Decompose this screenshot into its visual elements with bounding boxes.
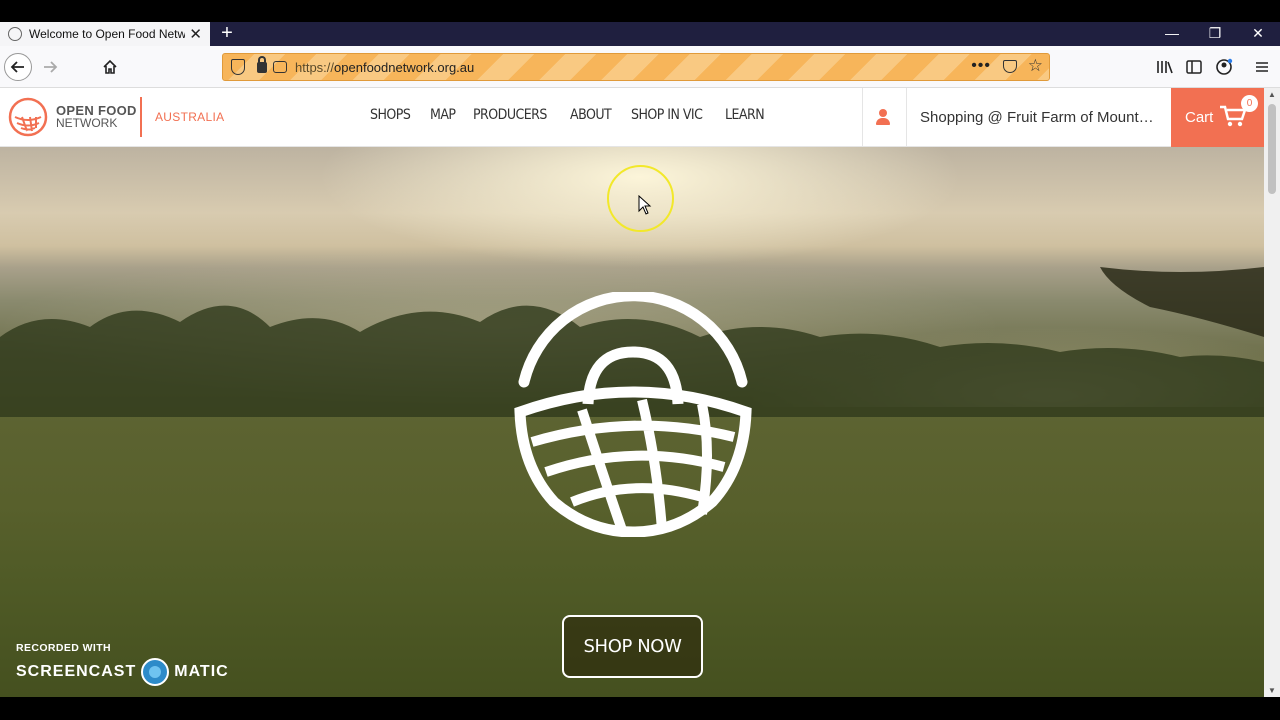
menu-icon[interactable] — [1254, 58, 1270, 76]
url-scheme: https:// — [295, 59, 335, 75]
nav-map[interactable]: MAP — [430, 107, 456, 123]
home-icon — [103, 59, 117, 74]
url-text[interactable]: https://openfoodnetwork.org.au — [295, 60, 474, 75]
cart-label: Cart — [1185, 109, 1214, 126]
browser-toolbar: https://openfoodnetwork.org.au ••• ☆ — [0, 46, 1280, 88]
account-icon[interactable] — [1215, 58, 1233, 76]
site-header: OPEN FOOD NETWORK AUSTRALIA SHOPS MAP PR… — [0, 88, 1264, 147]
restore-button[interactable]: ❐ — [1193, 22, 1237, 46]
tracking-shield-icon[interactable] — [231, 59, 245, 75]
sidebar-icon[interactable] — [1186, 58, 1202, 76]
logo-wordmark: OPEN FOOD NETWORK — [56, 104, 137, 130]
nav-producers[interactable]: PRODUCERS — [473, 107, 547, 123]
logo-line-2: NETWORK — [56, 116, 118, 130]
scrollbar-thumb[interactable] — [1268, 104, 1276, 194]
screencast-logo-icon — [141, 658, 170, 686]
header-divider — [906, 88, 907, 147]
mouse-cursor-icon — [638, 195, 652, 215]
new-tab-button[interactable]: + — [218, 22, 236, 46]
header-divider — [862, 88, 863, 147]
shop-now-button[interactable]: SHOP NOW — [562, 615, 703, 678]
current-shop-link[interactable]: Shopping @ Fruit Farm of Mount… — [920, 109, 1160, 126]
pocket-icon[interactable] — [1003, 60, 1017, 73]
close-tab-icon[interactable]: ✕ — [189, 25, 202, 43]
lock-icon[interactable] — [257, 55, 267, 73]
scroll-down-icon[interactable]: ▼ — [1264, 686, 1280, 695]
page-actions-icon[interactable]: ••• — [971, 57, 991, 75]
tab-title: Welcome to Open Food Netwo — [29, 27, 185, 41]
nav-shops[interactable]: SHOPS — [370, 107, 411, 123]
screen: Welcome to Open Food Netwo ✕ + — ❐ ✕ htt… — [0, 0, 1280, 720]
arrow-left-icon — [10, 61, 24, 73]
library-icon[interactable] — [1156, 58, 1174, 76]
url-host: openfoodnetwork.org.au — [334, 59, 475, 75]
cart-button[interactable]: Cart 0 — [1171, 88, 1264, 147]
nav-shop-in-vic[interactable]: SHOP IN VIC — [631, 107, 703, 123]
nav-about[interactable]: ABOUT — [570, 107, 612, 123]
forward-button[interactable] — [36, 53, 64, 81]
home-button[interactable] — [96, 53, 124, 81]
ofn-logo[interactable]: OPEN FOOD NETWORK AUSTRALIA — [8, 97, 224, 137]
basket-hero-icon — [514, 292, 752, 537]
recording-bottom-bar — [0, 697, 1280, 720]
close-window-button[interactable]: ✕ — [1236, 22, 1280, 46]
country-label: AUSTRALIA — [155, 110, 225, 124]
brand-right: MATIC — [174, 663, 229, 680]
address-bar[interactable]: https://openfoodnetwork.org.au ••• ☆ — [222, 53, 1050, 81]
main-nav: SHOPS MAP PRODUCERS ABOUT SHOP IN VIC LE… — [370, 107, 769, 123]
browser-tab[interactable]: Welcome to Open Food Netwo ✕ — [0, 22, 210, 46]
minimize-button[interactable]: — — [1150, 22, 1194, 46]
arrow-right-icon — [44, 61, 58, 73]
screencast-watermark: RECORDED WITH SCREENCAST MATIC — [16, 642, 229, 686]
recording-top-bar — [0, 0, 1280, 22]
cart-count-badge: 0 — [1241, 95, 1258, 112]
page-scrollbar[interactable]: ▲ ▼ — [1264, 88, 1280, 697]
recorded-with-label: RECORDED WITH — [16, 642, 112, 654]
basket-logo-icon — [8, 97, 48, 137]
tab-strip: Welcome to Open Food Netwo ✕ + — ❐ ✕ — [0, 22, 1280, 46]
screencast-brand: SCREENCAST MATIC — [16, 658, 229, 686]
user-icon[interactable] — [876, 109, 890, 125]
brand-left: SCREENCAST — [16, 663, 137, 680]
permissions-icon[interactable] — [273, 61, 287, 73]
back-button[interactable] — [4, 53, 32, 81]
logo-divider — [140, 97, 142, 137]
nav-learn[interactable]: LEARN — [725, 107, 765, 123]
bookmark-star-icon[interactable]: ☆ — [1028, 56, 1043, 76]
site-favicon-icon — [8, 27, 22, 41]
scroll-up-icon[interactable]: ▲ — [1264, 90, 1280, 99]
